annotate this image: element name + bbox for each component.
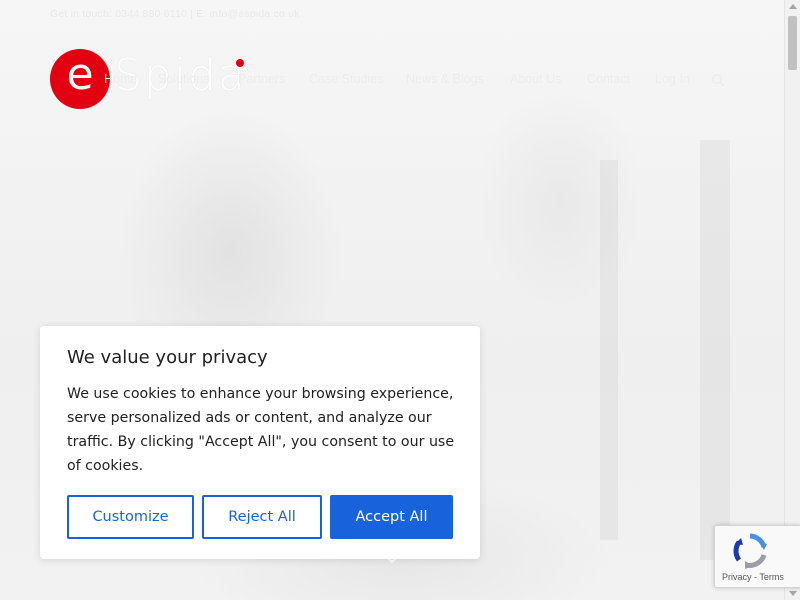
- topbar-contact: Get in touch: 0344 880 6110 | E: info@es…: [50, 8, 300, 20]
- accept-all-button[interactable]: Accept All: [330, 495, 453, 539]
- cookie-banner-text: We use cookies to enhance your browsing …: [67, 386, 455, 474]
- nav-item-case-studies[interactable]: Case Studies: [309, 72, 383, 86]
- nav-item-solutions[interactable]: Solutions: [158, 72, 209, 86]
- main-nav: Home Solutions Partners Case Studies New…: [100, 72, 738, 90]
- scroll-up-arrow-icon[interactable]: [789, 4, 797, 9]
- nav-item-partners[interactable]: Partners: [238, 72, 285, 86]
- nav-item-contact[interactable]: Contact: [587, 72, 630, 86]
- page-scrollbar[interactable]: [784, 0, 800, 600]
- cookie-banner-title: We value your privacy: [67, 347, 268, 368]
- customize-button[interactable]: Customize: [67, 495, 194, 539]
- scrollbar-thumb[interactable]: [788, 16, 797, 70]
- nav-item-log-in[interactable]: Log In: [655, 72, 690, 86]
- hero-pillar: [700, 140, 730, 560]
- search-icon[interactable]: [711, 73, 725, 87]
- nav-item-news-blogs[interactable]: News & Blogs: [406, 72, 484, 86]
- reject-all-button[interactable]: Reject All: [202, 495, 322, 539]
- nav-item-home[interactable]: Home: [104, 72, 137, 86]
- recaptcha-icon: [733, 533, 767, 569]
- scroll-down-arrow-icon[interactable]: [789, 591, 797, 596]
- recaptcha-links[interactable]: Privacy - Terms: [722, 572, 784, 582]
- cookie-consent-banner: We value your privacy We use cookies to …: [40, 326, 480, 559]
- hero-pillar: [600, 160, 618, 540]
- recaptcha-badge[interactable]: Privacy - Terms: [714, 525, 800, 588]
- logo-dot: [236, 59, 244, 67]
- nav-item-about-us[interactable]: About Us: [510, 72, 561, 86]
